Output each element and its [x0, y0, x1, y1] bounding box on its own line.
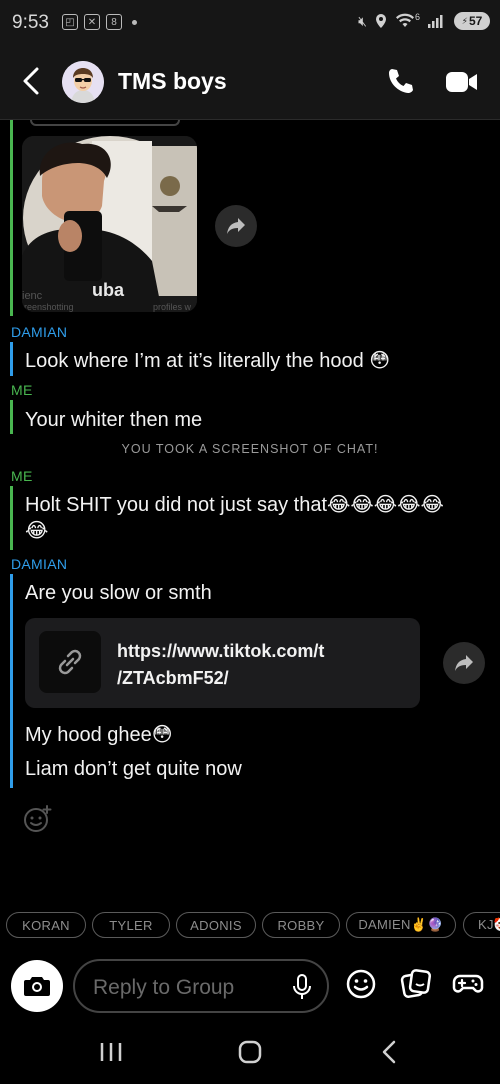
status-time: 9:53 — [12, 12, 49, 33]
share-link-button[interactable] — [443, 642, 485, 684]
member-chip[interactable]: ROBBY — [262, 912, 340, 938]
back-nav-icon[interactable] — [375, 1039, 405, 1065]
chat-message[interactable]: Are you slow or smth — [25, 580, 212, 606]
sticker-icon[interactable] — [400, 968, 432, 1000]
battery-indicator: ⚡ 57 — [454, 12, 490, 30]
snap-media-card[interactable]: uba ienc reenshotting profiles w — [22, 136, 197, 312]
recent-apps-icon[interactable] — [96, 1039, 126, 1065]
home-icon[interactable] — [235, 1039, 265, 1065]
composer: Reply to Group — [0, 955, 500, 1017]
phone-icon[interactable] — [385, 66, 415, 96]
emoji-icon[interactable] — [345, 968, 377, 1000]
sender-bar-damian — [10, 342, 13, 376]
screenshot-notification-icon: ◰ — [62, 14, 78, 30]
microphone-icon[interactable] — [289, 973, 315, 1001]
video-call-icon[interactable] — [445, 68, 479, 96]
member-chip[interactable]: KJ🤡 — [463, 912, 500, 938]
member-chip[interactable]: TYLER — [92, 912, 170, 938]
chat-message[interactable]: Look where I’m at it’s literally the hoo… — [25, 348, 390, 374]
app-notification-icon: ✕ — [84, 14, 100, 30]
link-url-line: /ZTAcbmF52/ — [117, 668, 229, 688]
mute-icon: 🔇︎ — [358, 12, 367, 29]
wifi-icon — [395, 13, 414, 27]
chat-title[interactable]: TMS boys — [118, 68, 227, 95]
game-controller-icon[interactable] — [452, 968, 484, 1000]
chat-message-line: Holt SHIT you did not just say that😂😂😂😂😂 — [25, 494, 444, 516]
sender-bar-me — [10, 120, 13, 316]
sender-label-me: ME — [11, 468, 33, 484]
chat-thread[interactable]: uba ienc reenshotting profiles w DAMIAN … — [0, 120, 500, 900]
signal-icon — [428, 15, 443, 28]
chat-message-line: 😂 — [25, 520, 49, 542]
group-avatar[interactable] — [62, 61, 104, 103]
chat-message[interactable]: Liam don’t get quite now — [25, 756, 242, 782]
chat-header: TMS boys — [0, 44, 500, 120]
member-chip[interactable]: KORAN — [6, 912, 86, 938]
chat-message[interactable]: Your whiter then me — [25, 407, 202, 433]
system-icons: 🔇︎ 6 ⚡ 57 — [358, 12, 490, 30]
snap-faint-caption-3: profiles w — [152, 302, 191, 312]
share-arrow-icon — [227, 218, 245, 234]
group-member-chips: KORAN TYLER ADONIS ROBBY DAMIEN✌️🔮 KJ🤡 — [0, 912, 500, 940]
location-icon — [375, 14, 386, 28]
more-notifications-icon — [132, 19, 137, 25]
sender-label-damian: DAMIAN — [11, 556, 68, 572]
share-arrow-icon — [455, 655, 473, 671]
screenshot-notice: YOU TOOK A SCREENSHOT OF CHAT! — [121, 442, 379, 456]
notification-icons: ◰ ✕ 8 — [62, 14, 137, 30]
camera-button[interactable] — [11, 960, 63, 1012]
link-url-line: https://www.tiktok.com/t — [117, 641, 325, 661]
link-preview-card[interactable]: https://www.tiktok.com/t /ZTAcbmF52/ — [25, 618, 420, 708]
battery-level: 57 — [468, 14, 483, 28]
chat-message[interactable]: Holt SHIT you did not just say that😂😂😂😂😂… — [25, 492, 444, 544]
svg-text:uba: uba — [92, 280, 125, 300]
sender-bar-damian — [10, 574, 13, 788]
previous-message-edge — [30, 120, 180, 126]
chat-message[interactable]: My hood ghee😳 — [25, 722, 173, 748]
snap-photo: uba — [22, 136, 197, 312]
reply-placeholder: Reply to Group — [93, 976, 235, 999]
app-notification-icon-2: 8 — [106, 14, 122, 30]
member-chip[interactable]: DAMIEN✌️🔮 — [346, 912, 456, 938]
camera-icon — [24, 977, 50, 996]
snap-faint-caption: ienc — [22, 290, 43, 302]
link-url[interactable]: https://www.tiktok.com/t /ZTAcbmF52/ — [117, 638, 407, 692]
link-icon — [58, 649, 82, 675]
network-type: 6 — [414, 12, 420, 22]
sender-bar-me — [10, 486, 13, 550]
link-icon-box — [39, 631, 101, 693]
reply-input[interactable]: Reply to Group — [73, 959, 329, 1013]
system-nav-bar — [0, 1017, 500, 1084]
sender-bar-me — [10, 400, 13, 434]
share-snap-button[interactable] — [215, 205, 257, 247]
status-bar: 9:53 ◰ ✕ 8 🔇︎ 6 ⚡ 57 — [0, 0, 500, 44]
sender-label-me: ME — [11, 382, 33, 398]
sender-label-damian: DAMIAN — [11, 324, 68, 340]
add-reaction-icon[interactable] — [22, 804, 52, 834]
snap-faint-caption-2: reenshotting — [24, 302, 74, 312]
member-chip[interactable]: ADONIS — [176, 912, 256, 938]
chevron-left-icon[interactable] — [18, 66, 46, 96]
